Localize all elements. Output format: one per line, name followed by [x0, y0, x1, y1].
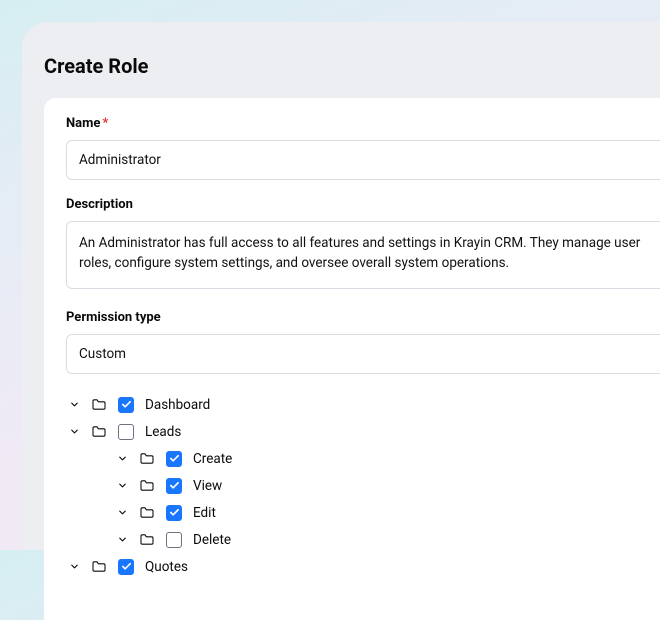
chevron-down-icon[interactable]: [116, 480, 128, 492]
folder-icon: [91, 424, 107, 440]
name-field-group: Name*: [66, 116, 660, 180]
chevron-down-icon[interactable]: [68, 561, 80, 573]
tree-row: Delete: [66, 526, 660, 553]
permission-checkbox[interactable]: [118, 424, 134, 440]
folder-icon: [139, 505, 155, 521]
permission-select[interactable]: [66, 334, 660, 374]
folder-icon: [91, 559, 107, 575]
tree-item-label: Quotes: [145, 559, 188, 575]
folder-icon: [139, 478, 155, 494]
permission-checkbox[interactable]: [118, 559, 134, 575]
permission-field-group: Permission type: [66, 310, 660, 374]
folder-icon: [139, 532, 155, 548]
required-marker: *: [102, 116, 108, 131]
description-field-group: Description An Administrator has full ac…: [66, 197, 660, 293]
chevron-down-icon[interactable]: [116, 534, 128, 546]
chevron-down-icon[interactable]: [116, 507, 128, 519]
permission-select-wrap: [66, 334, 660, 374]
description-label: Description: [66, 197, 660, 212]
permission-checkbox[interactable]: [166, 505, 182, 521]
form-card: Name* Description An Administrator has f…: [44, 98, 660, 620]
tree-row: Create: [66, 445, 660, 472]
tree-item-label: Create: [193, 451, 232, 467]
page-title: Create Role: [44, 54, 660, 78]
chevron-down-icon[interactable]: [116, 453, 128, 465]
page-shell: Create Role Name* Description An Adminis…: [22, 22, 660, 550]
permission-label: Permission type: [66, 310, 660, 325]
tree-row: Edit: [66, 499, 660, 526]
tree-item-label: Delete: [193, 532, 231, 548]
permission-checkbox[interactable]: [166, 532, 182, 548]
chevron-down-icon[interactable]: [68, 426, 80, 438]
permission-checkbox[interactable]: [118, 397, 134, 413]
permission-checkbox[interactable]: [166, 451, 182, 467]
folder-icon: [139, 451, 155, 467]
chevron-down-icon[interactable]: [68, 399, 80, 411]
permission-checkbox[interactable]: [166, 478, 182, 494]
description-textarea[interactable]: An Administrator has full access to all …: [66, 221, 660, 289]
folder-icon: [91, 397, 107, 413]
tree-item-label: Dashboard: [145, 397, 210, 413]
name-label-text: Name: [66, 116, 100, 131]
tree-item-label: Edit: [193, 505, 216, 521]
tree-item-label: View: [193, 478, 222, 494]
tree-row: Dashboard: [66, 391, 660, 418]
tree-row: View: [66, 472, 660, 499]
tree-row: Quotes: [66, 553, 660, 580]
permission-tree: Dashboard Leads Create View Edit Delete Quotes: [66, 391, 660, 580]
name-label: Name*: [66, 116, 660, 131]
tree-row: Leads: [66, 418, 660, 445]
name-input[interactable]: [66, 140, 660, 180]
tree-item-label: Leads: [145, 424, 181, 440]
